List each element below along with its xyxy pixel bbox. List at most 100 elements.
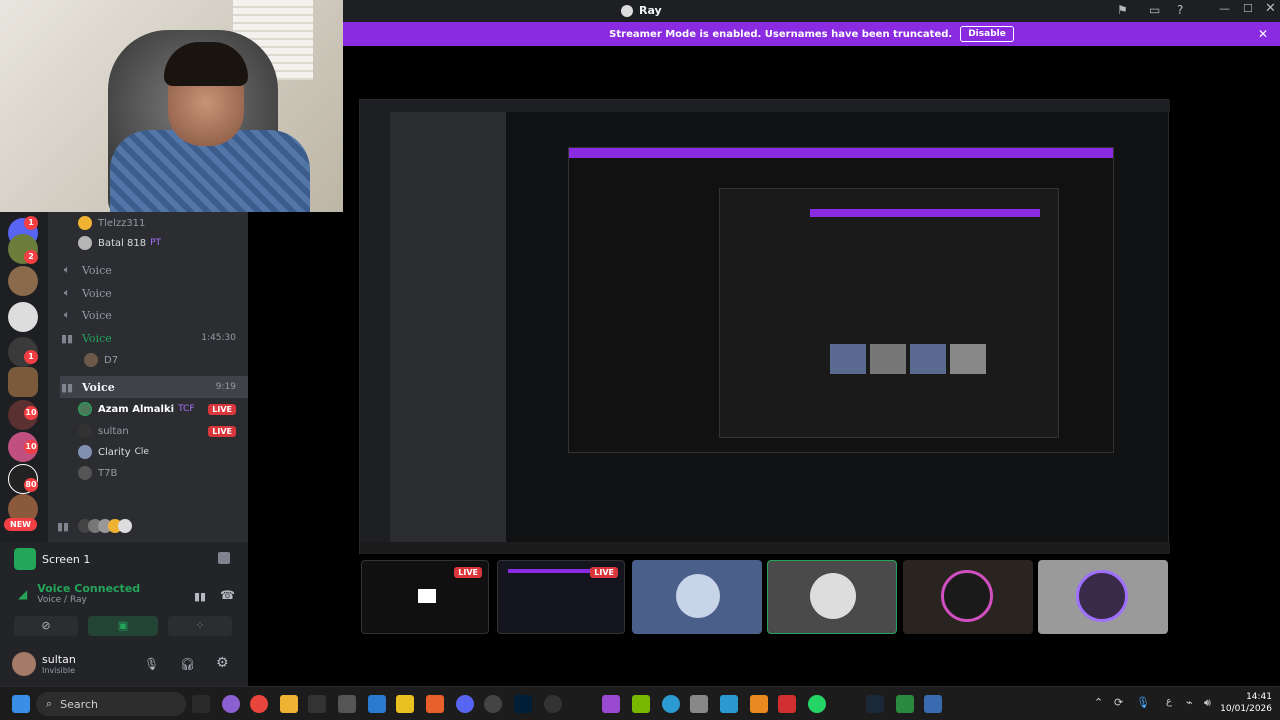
participant-tile[interactable] — [632, 560, 762, 634]
app-icon[interactable] — [222, 695, 240, 713]
clan-tag: Cle — [134, 447, 149, 457]
speaker-icon: 🔈︎ — [63, 263, 71, 276]
list-item[interactable]: Azam Almalki TCF LIVE — [78, 398, 248, 420]
server-icon[interactable] — [8, 266, 38, 296]
epic-games-icon[interactable] — [308, 695, 326, 713]
app-icon[interactable] — [778, 695, 796, 713]
list-item[interactable]: Tlelzz311 — [78, 212, 248, 234]
windows-start-icon[interactable] — [12, 695, 30, 713]
minimize-icon[interactable]: — — [1219, 2, 1230, 15]
app-icon[interactable] — [720, 695, 738, 713]
nested-tile — [910, 344, 946, 374]
server-icon[interactable] — [8, 302, 38, 332]
volume-icon[interactable]: 🔊︎ — [1204, 696, 1211, 710]
headphones-icon[interactable]: 🎧︎ — [180, 657, 195, 671]
live-badge: LIVE — [454, 567, 482, 578]
nvidia-icon[interactable] — [632, 695, 650, 713]
search-icon: ⌕ — [46, 697, 53, 710]
voice-channel[interactable]: 🔈︎ Voice — [60, 259, 248, 281]
channel-name: Voice — [82, 380, 115, 394]
nested-server-rail — [360, 112, 390, 542]
whatsapp-icon[interactable] — [808, 695, 826, 713]
folder-icon[interactable] — [280, 695, 298, 713]
app-icon[interactable] — [368, 695, 386, 713]
steam-icon[interactable] — [866, 695, 884, 713]
avatar — [78, 445, 92, 459]
username: Clarity — [98, 446, 131, 458]
avatar — [676, 574, 720, 618]
discord-icon[interactable] — [456, 695, 474, 713]
clock[interactable]: 14:41 10/01/2026 — [1220, 691, 1272, 715]
voice-channel-active[interactable]: ▮▮ Voice 9:19 — [60, 376, 248, 398]
chevron-up-icon[interactable]: ⌃ — [1094, 696, 1103, 709]
voice-timer: 1:45:30 — [201, 333, 236, 343]
sync-icon[interactable]: ⟳ — [1114, 696, 1123, 709]
brave-icon[interactable] — [426, 695, 444, 713]
list-item[interactable]: sultan LIVE — [78, 420, 248, 442]
voice-channel[interactable]: 🔈︎ Voice — [60, 304, 248, 326]
voice-channel[interactable]: 🔈︎ Voice — [60, 282, 248, 304]
channel-name: Voice — [82, 308, 112, 322]
channel-name: Voice — [82, 331, 112, 345]
participant-tile[interactable] — [767, 560, 897, 634]
nested-stream-inner — [719, 188, 1059, 438]
store-icon[interactable] — [338, 695, 356, 713]
camera-off-button[interactable]: ⊘ — [14, 616, 78, 636]
language-indicator[interactable]: ع — [1166, 696, 1172, 707]
activities-button[interactable]: ⁘ — [168, 616, 232, 636]
network-icon[interactable]: ⌁ — [1186, 696, 1193, 709]
list-item[interactable]: Batal 818 PT — [78, 232, 248, 254]
voice-channel-active[interactable]: ▮▮ Voice 1:45:30 — [60, 327, 248, 349]
stream-tile[interactable]: LIVE — [497, 560, 625, 634]
edge-icon[interactable] — [662, 695, 680, 713]
obs-icon[interactable] — [544, 695, 562, 713]
close-banner-icon[interactable]: ✕ — [1258, 27, 1268, 41]
participant-tile[interactable] — [903, 560, 1033, 634]
nested-taskbar — [360, 542, 1170, 554]
app-icon[interactable] — [192, 695, 210, 713]
app-icon[interactable] — [602, 695, 620, 713]
disable-button[interactable]: Disable — [960, 26, 1014, 42]
app-icon[interactable] — [690, 695, 708, 713]
avatar — [118, 519, 132, 533]
screen-share-button[interactable]: ▣ — [88, 616, 158, 636]
mention-badge: 80 — [24, 478, 38, 492]
voice-timer: 9:19 — [215, 382, 236, 392]
app-icon[interactable] — [750, 695, 768, 713]
window-title-text: Ray — [639, 4, 662, 17]
participant-tile[interactable] — [1038, 560, 1168, 634]
server-icon[interactable] — [8, 367, 38, 397]
list-item[interactable]: Clarity Cle — [78, 441, 248, 463]
list-item[interactable]: T7B — [78, 462, 248, 484]
avatar — [941, 570, 993, 622]
microphone-icon[interactable]: 🎙︎ — [1136, 696, 1150, 709]
soundboard-icon[interactable]: ▮▮ — [194, 590, 206, 603]
microphone-icon[interactable]: 🎙︎ — [144, 657, 159, 671]
mention-badge: 2 — [24, 250, 38, 264]
rockstar-icon[interactable] — [396, 695, 414, 713]
stream-tile[interactable]: LIVE — [361, 560, 489, 634]
app-icon[interactable] — [924, 695, 942, 713]
gear-icon[interactable]: ⚙ — [216, 655, 229, 671]
screen-share-header: Screen 1 — [14, 548, 90, 570]
disconnect-icon[interactable]: ☎ — [220, 588, 235, 602]
flag-icon[interactable]: ⚑ — [1117, 3, 1128, 17]
list-item[interactable]: D7 — [84, 349, 248, 371]
help-icon[interactable]: ? — [1177, 3, 1183, 17]
voice-status[interactable]: ◢ Voice Connected Voice / Ray — [18, 582, 140, 605]
maximize-icon[interactable]: ☐ — [1243, 2, 1253, 15]
photoshop-icon[interactable] — [514, 695, 532, 713]
user-info[interactable]: sultan Invisible — [12, 652, 76, 676]
app-icon[interactable] — [896, 695, 914, 713]
close-screen-icon[interactable] — [218, 552, 230, 564]
stream-view[interactable]: LIVE LIVE — [343, 46, 1280, 686]
search-input[interactable]: ⌕ Search — [36, 692, 186, 716]
chrome-icon[interactable] — [250, 695, 268, 713]
close-icon[interactable]: ✕ — [1265, 1, 1276, 16]
nested-discord-window — [359, 99, 1170, 554]
app-icon[interactable] — [484, 695, 502, 713]
monitor-icon — [418, 589, 436, 603]
screen-title: Screen 1 — [42, 552, 91, 566]
inbox-icon[interactable]: ▭ — [1149, 3, 1160, 17]
avatar — [810, 573, 856, 619]
